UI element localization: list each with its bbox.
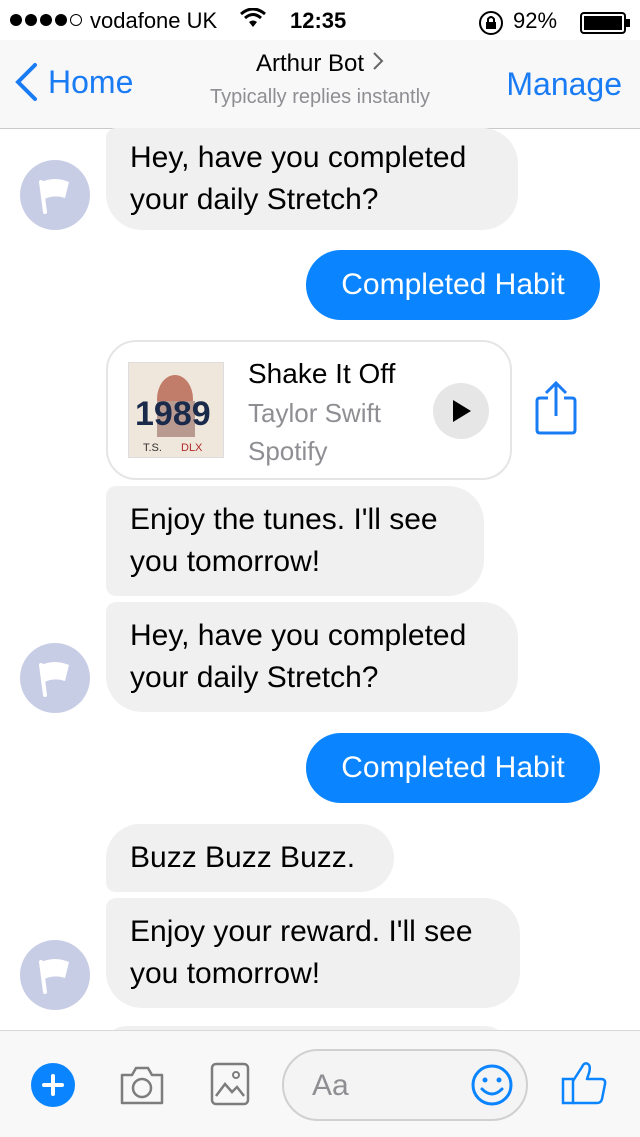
more-options-button[interactable] bbox=[31, 1063, 75, 1107]
navigation-bar: Home Arthur Bot Typically replies instan… bbox=[0, 40, 640, 129]
signal-strength-icon bbox=[10, 14, 82, 26]
camera-icon bbox=[120, 1066, 164, 1105]
rotation-lock-icon bbox=[478, 10, 504, 42]
album-art: 1989 T.S. DLX bbox=[128, 362, 224, 458]
image-icon bbox=[210, 1062, 250, 1106]
outgoing-message[interactable]: Completed Habit bbox=[306, 250, 600, 320]
svg-text:T.S.: T.S. bbox=[143, 442, 162, 454]
bot-name: Arthur Bot bbox=[255, 50, 365, 77]
song-title: Shake It Off bbox=[248, 358, 396, 389]
like-button[interactable] bbox=[560, 1059, 608, 1112]
music-share-card[interactable]: 1989 T.S. DLX Shake It Off Taylor Swift … bbox=[106, 340, 512, 480]
plus-icon bbox=[42, 1074, 64, 1096]
message-input[interactable]: Aa bbox=[282, 1049, 528, 1121]
clock: 12:35 bbox=[290, 8, 347, 33]
composer-bar: Aa bbox=[0, 1030, 640, 1137]
carrier-name: vodafone UK bbox=[90, 8, 218, 33]
thumbs-up-icon bbox=[561, 1062, 607, 1105]
manage-button[interactable]: Manage bbox=[506, 66, 622, 103]
photo-gallery-button[interactable] bbox=[210, 1062, 250, 1111]
status-bar: vodafone UK 12:35 92% bbox=[0, 0, 640, 40]
incoming-message[interactable]: Enjoy the tunes. I'll see you tomorrow! bbox=[106, 486, 484, 596]
song-source: Spotify bbox=[248, 436, 328, 466]
battery-percent: 92% bbox=[513, 8, 558, 33]
incoming-message[interactable]: Enjoy your reward. I'll see you tomorrow… bbox=[106, 898, 520, 1008]
share-button[interactable] bbox=[534, 380, 578, 441]
bot-avatar[interactable] bbox=[20, 940, 90, 1010]
camera-button[interactable] bbox=[118, 1063, 166, 1112]
battery-icon bbox=[580, 12, 630, 34]
smiley-icon bbox=[471, 1064, 513, 1106]
play-button[interactable] bbox=[433, 383, 489, 439]
bot-avatar[interactable] bbox=[20, 160, 90, 230]
play-icon bbox=[453, 400, 471, 422]
wifi-icon bbox=[240, 7, 266, 36]
message-input-placeholder: Aa bbox=[312, 1069, 349, 1102]
emoji-button[interactable] bbox=[470, 1063, 514, 1112]
incoming-message[interactable]: Hey, have you completed your daily Stret… bbox=[106, 128, 518, 230]
flag-icon bbox=[39, 662, 69, 697]
outgoing-message[interactable]: Completed Habit bbox=[306, 733, 600, 803]
chevron-right-icon bbox=[372, 50, 384, 78]
bot-avatar[interactable] bbox=[20, 643, 90, 713]
incoming-message[interactable]: Buzz Buzz Buzz. bbox=[106, 824, 394, 892]
flag-icon bbox=[39, 959, 69, 994]
flag-icon bbox=[39, 179, 69, 214]
incoming-message[interactable]: Hey, have you completed your daily Stret… bbox=[106, 602, 518, 712]
svg-text:DLX: DLX bbox=[181, 442, 203, 454]
song-artist: Taylor Swift bbox=[248, 398, 381, 428]
share-icon bbox=[535, 380, 577, 435]
svg-text:1989: 1989 bbox=[135, 395, 211, 433]
